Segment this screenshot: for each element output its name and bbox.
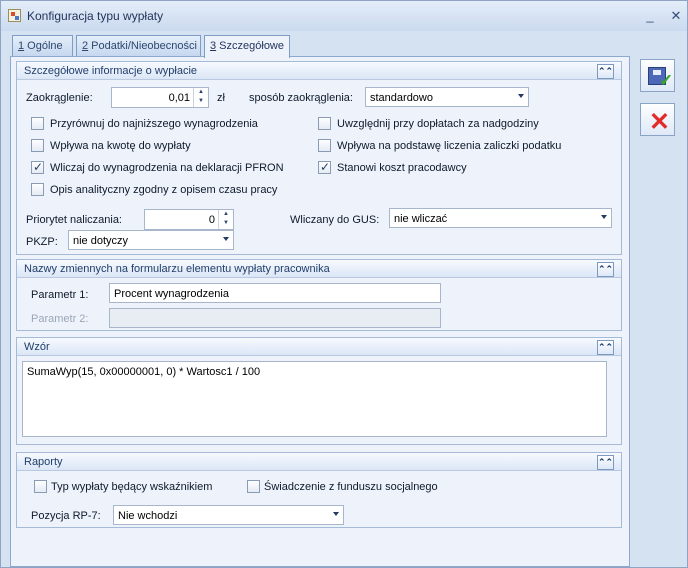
formula-group-title: Wzór <box>24 341 50 353</box>
tab-details[interactable]: 3 Szczegółowe <box>204 35 290 58</box>
formula-textarea[interactable]: SumaWyp(15, 0x00000001, 0) * Wartosc1 / … <box>22 361 607 437</box>
employer-cost-label: Stanowi koszt pracodawcy <box>337 162 467 174</box>
window-title: Konfiguracja typu wypłaty <box>27 9 164 23</box>
spin-down-icon[interactable]: ▼ <box>219 219 233 228</box>
collapse-icon[interactable]: ⌃⌃ <box>597 455 614 470</box>
overtime-supplement-label: Uwzględnij przy dopłatach za nadgodziny <box>337 118 539 130</box>
parameter-2-label: Parametr 2: <box>31 313 89 325</box>
cancel-button[interactable]: ✕ <box>640 103 675 136</box>
chevron-down-icon <box>333 512 339 516</box>
pkzp-select[interactable]: nie dotyczy <box>68 230 234 250</box>
details-group-header: Szczegółowe informacje o wypłacie ⌃⌃ <box>17 62 621 80</box>
details-group: Szczegółowe informacje o wypłacie ⌃⌃ Zao… <box>16 61 622 255</box>
priority-spinner[interactable]: ▲ ▼ <box>218 210 233 229</box>
rounding-input[interactable]: 0,01 ▲ ▼ <box>111 87 209 108</box>
rounding-label: Zaokrąglenie: <box>26 92 93 104</box>
spin-up-icon[interactable]: ▲ <box>219 210 233 219</box>
reports-group-title: Raporty <box>24 456 63 468</box>
application-icon <box>8 9 21 22</box>
reports-group-header: Raporty ⌃⌃ <box>17 453 621 471</box>
rp7-select[interactable]: Nie wchodzi <box>113 505 344 525</box>
social-fund-label: Świadczenie z funduszu socjalnego <box>264 481 438 493</box>
collapse-icon[interactable]: ⌃⌃ <box>597 262 614 277</box>
analytical-description-checkbox[interactable] <box>31 183 44 196</box>
spin-down-icon[interactable]: ▼ <box>194 97 208 106</box>
close-window-button[interactable]: ✕ <box>666 7 686 25</box>
variables-group-title: Nazwy zmiennych na formularzu elementu w… <box>24 263 330 275</box>
analytical-description-label: Opis analityczny zgodny z opisem czasu p… <box>50 184 278 196</box>
rounding-method-value: standardowo <box>370 92 433 104</box>
priority-label: Priorytet naliczania: <box>26 214 122 226</box>
rp7-value: Nie wchodzi <box>118 510 178 522</box>
priority-input[interactable]: 0 ▲ ▼ <box>144 209 234 230</box>
rounding-method-select[interactable]: standardowo <box>365 87 529 107</box>
indicator-payment-label: Typ wypłaty będący wskaźnikiem <box>51 481 213 493</box>
employer-cost-checkbox[interactable] <box>318 160 331 174</box>
rp7-label: Pozycja RP-7: <box>31 510 101 522</box>
tab-details-label: Szczegółowe <box>216 40 284 52</box>
variables-group: Nazwy zmiennych na formularzu elementu w… <box>16 259 622 331</box>
parameter-1-label: Parametr 1: <box>31 289 89 301</box>
tab-general[interactable]: 1 Ogólne <box>12 35 73 57</box>
collapse-icon[interactable]: ⌃⌃ <box>597 64 614 79</box>
tax-advance-basis-checkbox[interactable] <box>318 139 331 152</box>
compare-minimum-wage-label: Przyrównuj do najniższego wynagrodzenia <box>50 118 258 130</box>
checkmark-icon: ✓ <box>659 71 674 90</box>
tab-general-label: Ogólne <box>24 40 63 52</box>
save-button[interactable]: ✓ <box>640 59 675 92</box>
reports-group: Raporty ⌃⌃ Typ wypłaty będący wskaźnikie… <box>16 452 622 528</box>
pkzp-value: nie dotyczy <box>73 235 129 247</box>
formula-group-header: Wzór ⌃⌃ <box>17 338 621 356</box>
variables-group-header: Nazwy zmiennych na formularzu elementu w… <box>17 260 621 278</box>
tab-taxes-absences[interactable]: 2 Podatki/Nieobecności <box>76 35 201 57</box>
parameter-2-input[interactable] <box>109 308 441 328</box>
details-group-title: Szczegółowe informacje o wypłacie <box>24 65 198 77</box>
affects-payout-label: Wpływa na kwotę do wypłaty <box>50 140 191 152</box>
chevron-down-icon <box>223 237 229 241</box>
parameter-1-value: Procent wynagrodzenia <box>114 288 229 300</box>
details-tab-content: Szczegółowe informacje o wypłacie ⌃⌃ Zao… <box>10 56 630 567</box>
tax-advance-basis-label: Wpływa na podstawę liczenia zaliczki pod… <box>337 140 562 152</box>
rounding-spinner[interactable]: ▲ ▼ <box>193 88 208 107</box>
gus-value: nie wliczać <box>394 213 448 225</box>
pfron-declaration-checkbox[interactable] <box>31 160 44 174</box>
rounding-method-label: sposób zaokrąglenia: <box>249 92 353 104</box>
tab-taxes-label: Podatki/Nieobecności <box>88 40 197 52</box>
gus-select[interactable]: nie wliczać <box>389 208 612 228</box>
formula-value: SumaWyp(15, 0x00000001, 0) * Wartosc1 / … <box>27 366 261 378</box>
social-fund-checkbox[interactable] <box>247 480 260 493</box>
title-bar: Konfiguracja typu wypłaty _ ✕ <box>1 1 687 31</box>
minimize-button[interactable]: _ <box>640 7 660 25</box>
priority-value: 0 <box>208 214 215 226</box>
configuration-window: Konfiguracja typu wypłaty _ ✕ 1 Ogólne 2… <box>0 0 688 568</box>
indicator-payment-checkbox[interactable] <box>34 480 47 493</box>
chevron-down-icon <box>518 94 524 98</box>
spin-up-icon[interactable]: ▲ <box>194 88 208 97</box>
formula-group: Wzór ⌃⌃ SumaWyp(15, 0x00000001, 0) * War… <box>16 337 622 445</box>
compare-minimum-wage-checkbox[interactable] <box>31 117 44 130</box>
cancel-icon: ✕ <box>649 108 670 136</box>
parameter-1-input[interactable]: Procent wynagrodzenia <box>109 283 441 303</box>
collapse-icon[interactable]: ⌃⌃ <box>597 340 614 355</box>
overtime-supplement-checkbox[interactable] <box>318 117 331 130</box>
chevron-down-icon <box>601 215 607 219</box>
affects-payout-checkbox[interactable] <box>31 139 44 152</box>
pfron-declaration-label: Wliczaj do wynagrodzenia na deklaracji P… <box>50 162 284 174</box>
gus-label: Wliczany do GUS: <box>290 214 380 226</box>
rounding-value: 0,01 <box>168 92 190 104</box>
currency-label: zł <box>217 92 225 104</box>
pkzp-label: PKZP: <box>26 236 58 248</box>
